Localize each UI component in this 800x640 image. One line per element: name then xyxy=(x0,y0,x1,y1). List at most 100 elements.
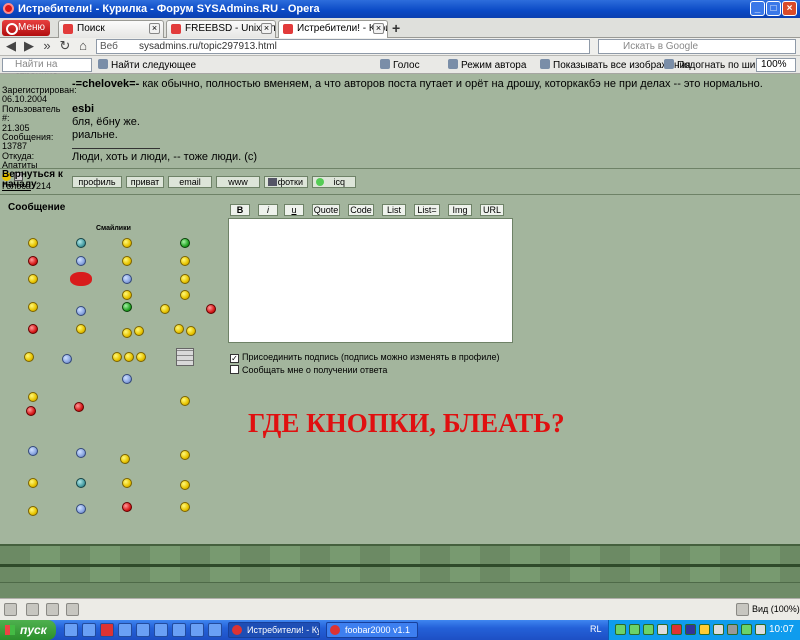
smile-icon[interactable] xyxy=(28,478,38,488)
author-mode-button[interactable]: Режим автора xyxy=(448,59,526,71)
close-tab-icon[interactable]: × xyxy=(261,23,272,34)
tab-fighters[interactable]: Истребители! - Курилк... × xyxy=(278,20,388,38)
tab-freebsd[interactable]: FREEBSD - Unix для нов... × xyxy=(166,20,276,38)
start-button[interactable]: пуск xyxy=(0,620,56,640)
smile-icon[interactable] xyxy=(122,256,132,266)
attach-signature-checkbox[interactable]: ✓ Присоединить подпись (подпись можно изм… xyxy=(230,352,500,363)
smile-icon[interactable] xyxy=(180,238,190,248)
quicklaunch-icon[interactable] xyxy=(190,623,204,637)
smile-icon[interactable] xyxy=(76,504,86,514)
tab-search[interactable]: Поиск × xyxy=(58,20,164,38)
quicklaunch-icon[interactable] xyxy=(172,623,186,637)
smile-icon[interactable] xyxy=(76,256,86,266)
zoom-status[interactable]: Вид (100%) xyxy=(752,604,800,614)
sync-icon[interactable] xyxy=(26,603,39,616)
icq-button[interactable]: icq xyxy=(312,176,356,188)
smile-icon[interactable] xyxy=(76,448,86,458)
tray-icon[interactable] xyxy=(699,624,710,635)
smile-icon[interactable] xyxy=(28,324,38,334)
opera-quicklaunch-icon[interactable] xyxy=(100,623,114,637)
smile-icon[interactable] xyxy=(28,302,38,312)
smile-icon[interactable] xyxy=(120,454,130,464)
url-button[interactable]: URL xyxy=(480,204,504,216)
taskbar-item-foobar[interactable]: foobar2000 v1.1 xyxy=(326,622,418,638)
close-window-button[interactable]: × xyxy=(782,1,797,16)
smile-icon[interactable] xyxy=(28,446,38,456)
smile-icon[interactable] xyxy=(180,502,190,512)
smile-icon[interactable] xyxy=(122,478,132,488)
smile-icon[interactable] xyxy=(112,352,122,362)
search-field[interactable]: Искать в Google xyxy=(598,39,796,54)
smile-icon[interactable] xyxy=(174,324,184,334)
smile-icon[interactable] xyxy=(28,274,38,284)
turbo-icon[interactable] xyxy=(46,603,59,616)
voice-button[interactable]: Голос xyxy=(380,59,420,71)
message-textarea[interactable] xyxy=(228,218,513,343)
smile-icon[interactable] xyxy=(180,480,190,490)
address-field[interactable]: Веб sysadmins.ru/topic297913.html xyxy=(96,39,590,54)
panel-toggle-icon[interactable] xyxy=(4,603,17,616)
quicklaunch-icon[interactable] xyxy=(64,623,78,637)
home-icon[interactable]: ⌂ xyxy=(76,39,90,53)
underline-button[interactable]: u xyxy=(284,204,304,216)
code-button[interactable]: Code xyxy=(348,204,374,216)
bold-button[interactable]: B xyxy=(230,204,250,216)
angry-blob-icon[interactable] xyxy=(70,272,92,286)
smile-icon[interactable] xyxy=(180,396,190,406)
quicklaunch-icon[interactable] xyxy=(118,623,132,637)
smile-icon[interactable] xyxy=(76,238,86,248)
smile-icon[interactable] xyxy=(160,304,170,314)
language-indicator[interactable]: RL xyxy=(590,624,602,634)
tray-icon[interactable] xyxy=(629,624,640,635)
volume-icon[interactable] xyxy=(755,624,766,635)
notify-checkbox[interactable]: Сообщать мне о получении ответа xyxy=(230,365,387,375)
smile-icon[interactable] xyxy=(28,238,38,248)
smile-icon[interactable] xyxy=(24,352,34,362)
smile-icon[interactable] xyxy=(122,290,132,300)
smile-icon[interactable] xyxy=(122,502,132,512)
smile-icon[interactable] xyxy=(76,478,86,488)
list-button[interactable]: List xyxy=(382,204,406,216)
smile-icon[interactable] xyxy=(136,352,146,362)
quicklaunch-icon[interactable] xyxy=(154,623,168,637)
zoom-select[interactable]: 100% xyxy=(756,58,796,72)
maximize-button[interactable]: □ xyxy=(766,1,781,16)
settings-icon[interactable] xyxy=(66,603,79,616)
smile-icon[interactable] xyxy=(74,402,84,412)
italic-button[interactable]: i xyxy=(258,204,278,216)
private-message-button[interactable]: приват xyxy=(126,176,164,188)
smile-icon[interactable] xyxy=(180,290,190,300)
find-input[interactable]: Найти на странице xyxy=(2,58,92,82)
tray-icon[interactable] xyxy=(657,624,668,635)
smile-icon[interactable] xyxy=(28,506,38,516)
smile-icon[interactable] xyxy=(76,324,86,334)
smile-icon[interactable] xyxy=(28,256,38,266)
smile-icon[interactable] xyxy=(76,306,86,316)
quicklaunch-icon[interactable] xyxy=(82,623,96,637)
forward-icon[interactable]: ▶ xyxy=(22,39,36,53)
smile-icon[interactable] xyxy=(122,274,132,284)
back-icon[interactable]: ◀ xyxy=(4,39,18,53)
smile-icon[interactable] xyxy=(206,304,216,314)
image-button[interactable]: Img xyxy=(448,204,472,216)
fast-forward-icon[interactable]: » xyxy=(40,39,54,53)
smile-icon[interactable] xyxy=(180,256,190,266)
smile-icon[interactable] xyxy=(134,326,144,336)
tray-icon[interactable] xyxy=(615,624,626,635)
tray-icon[interactable] xyxy=(671,624,682,635)
opera-menu-button[interactable]: Меню xyxy=(2,20,50,36)
quote-button[interactable]: Quote xyxy=(312,204,340,216)
zoom-icon[interactable] xyxy=(736,603,749,616)
close-tab-icon[interactable]: × xyxy=(149,23,160,34)
smile-icon[interactable] xyxy=(122,328,132,338)
brick-wall-icon[interactable] xyxy=(176,348,194,366)
smile-icon[interactable] xyxy=(122,302,132,312)
www-button[interactable]: www xyxy=(216,176,260,188)
quicklaunch-icon[interactable] xyxy=(208,623,222,637)
smile-icon[interactable] xyxy=(186,326,196,336)
quicklaunch-icon[interactable] xyxy=(136,623,150,637)
smile-icon[interactable] xyxy=(28,392,38,402)
email-button[interactable]: email xyxy=(168,176,212,188)
find-next-button[interactable]: Найти следующее xyxy=(98,59,196,71)
tray-icon[interactable] xyxy=(741,624,752,635)
